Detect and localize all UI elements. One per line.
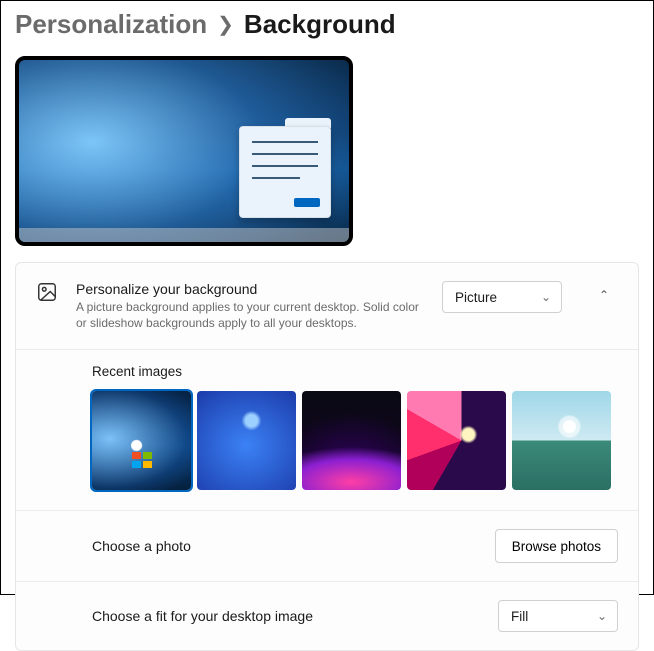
breadcrumb: Personalization ❯ Background	[1, 1, 653, 56]
chevron-down-icon: ⌄	[541, 290, 551, 304]
background-type-select[interactable]: Picture ⌄	[442, 281, 562, 313]
picture-icon	[36, 281, 58, 303]
personalize-row: Personalize your background A picture ba…	[16, 263, 638, 350]
choose-photo-row: Choose a photo Browse photos	[16, 511, 638, 582]
desktop-preview	[15, 56, 353, 246]
recent-images-label: Recent images	[92, 364, 618, 379]
recent-image-1[interactable]	[92, 391, 191, 490]
recent-image-4[interactable]	[407, 391, 506, 490]
chevron-right-icon: ❯	[217, 12, 234, 37]
recent-images-list	[92, 391, 618, 490]
recent-image-3[interactable]	[302, 391, 401, 490]
choose-fit-row: Choose a fit for your desktop image Fill…	[16, 582, 638, 650]
fit-value: Fill	[511, 609, 528, 624]
personalize-description: A picture background applies to your cur…	[76, 299, 424, 331]
recent-images-block: Recent images	[16, 350, 638, 511]
background-type-value: Picture	[455, 290, 497, 305]
background-settings-card: Personalize your background A picture ba…	[15, 262, 639, 651]
fit-select[interactable]: Fill ⌄	[498, 600, 618, 632]
recent-image-5[interactable]	[512, 391, 611, 490]
recent-image-2[interactable]	[197, 391, 296, 490]
choose-fit-label: Choose a fit for your desktop image	[92, 608, 480, 624]
breadcrumb-current: Background	[244, 9, 396, 40]
browse-photos-button[interactable]: Browse photos	[495, 529, 618, 563]
personalize-title: Personalize your background	[76, 281, 424, 297]
choose-photo-label: Choose a photo	[92, 538, 477, 554]
chevron-up-icon: ⌃	[599, 288, 609, 302]
breadcrumb-parent[interactable]: Personalization	[15, 9, 207, 40]
chevron-down-icon: ⌄	[597, 609, 607, 623]
collapse-button[interactable]: ⌃	[590, 281, 618, 309]
